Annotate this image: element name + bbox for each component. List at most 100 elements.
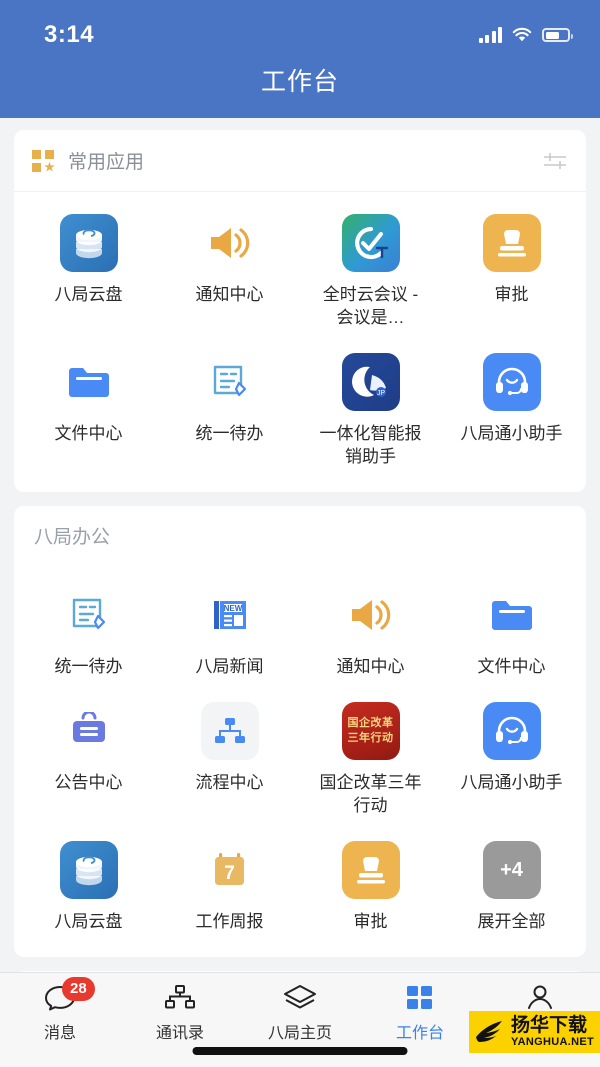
app-label: 工作周报 bbox=[195, 912, 264, 931]
app-tile[interactable]: 统一待办 bbox=[159, 339, 300, 478]
tab-contacts[interactable]: 通讯录 bbox=[120, 981, 240, 1043]
section-header: 常用应用 bbox=[14, 130, 586, 192]
app-tile[interactable]: 八局通小助手 bbox=[441, 688, 582, 827]
speaker-notification-icon bbox=[342, 586, 400, 644]
wifi-icon bbox=[512, 27, 532, 43]
reform-poster-icon: 国企改革 三年行动 bbox=[341, 702, 400, 760]
news-badge-text: NEW bbox=[223, 604, 242, 613]
app-label: 文件中心 bbox=[477, 657, 546, 676]
app-tile[interactable]: 审批 bbox=[300, 827, 441, 943]
workflow-chart-icon bbox=[200, 702, 259, 760]
poster-line-2: 三年行动 bbox=[347, 732, 394, 744]
section-header: 八局办公 bbox=[14, 506, 586, 564]
app-label: 一体化智能报销助手 bbox=[319, 424, 422, 466]
favorites-grid-icon bbox=[32, 149, 55, 172]
app-label: 八局通小助手 bbox=[460, 424, 563, 443]
announcement-board-icon bbox=[60, 702, 118, 760]
cloud-disk-icon bbox=[59, 841, 118, 899]
app-tile[interactable]: 统一待办 bbox=[18, 572, 159, 688]
app-label: 统一待办 bbox=[195, 424, 264, 443]
app-label: 文件中心 bbox=[54, 424, 123, 443]
app-tile[interactable]: 文件中心 bbox=[441, 572, 582, 688]
app-label: 通知中心 bbox=[336, 657, 405, 676]
status-bar: 3:14 bbox=[0, 0, 600, 52]
app-label: 全时云会议 - 会议是… bbox=[322, 285, 419, 327]
poster-line-1: 国企改革 bbox=[347, 717, 394, 729]
app-header: 3:14 工作台 bbox=[0, 0, 600, 118]
tab-label: 八局主页 bbox=[267, 1025, 332, 1042]
site-watermark: 扬华下载 YANGHUA.NET bbox=[469, 1011, 600, 1053]
calendar-day: 7 bbox=[224, 863, 235, 884]
svg-text:JP: JP bbox=[376, 390, 385, 397]
cloud-meeting-icon bbox=[341, 214, 400, 272]
app-tile[interactable]: 通知中心 bbox=[300, 572, 441, 688]
workbench-scroll-area[interactable]: 常用应用 八局云盘 通知中心 全时云会议 - 会议是… 审批 文件中心 统一待办… bbox=[0, 118, 600, 972]
section-title: 常用应用 bbox=[68, 152, 145, 173]
profile-person-icon bbox=[525, 981, 555, 1015]
messages-badge: 28 bbox=[62, 977, 95, 1001]
app-tile[interactable]: 八局云盘 bbox=[18, 200, 159, 339]
app-label: 八局通小助手 bbox=[460, 773, 563, 792]
expense-assistant-icon: JP bbox=[341, 353, 400, 411]
status-bar-clock: 3:14 bbox=[44, 21, 95, 48]
app-tile[interactable]: JP 一体化智能报销助手 bbox=[300, 339, 441, 478]
app-tile[interactable]: 7 工作周报 bbox=[159, 827, 300, 943]
tab-workbench[interactable]: 工作台 bbox=[360, 981, 480, 1043]
app-tile[interactable]: 全时云会议 - 会议是… bbox=[300, 200, 441, 339]
headset-assistant-icon bbox=[482, 353, 541, 411]
battery-icon bbox=[542, 28, 573, 42]
headset-assistant-icon bbox=[482, 702, 541, 760]
app-tile[interactable]: 八局云盘 bbox=[18, 827, 159, 943]
app-label: 统一待办 bbox=[54, 657, 123, 676]
tab-label: 通讯录 bbox=[155, 1025, 204, 1042]
folder-icon bbox=[483, 586, 541, 644]
home-indicator bbox=[192, 1047, 408, 1055]
watermark-cn: 扬华下载 bbox=[511, 1015, 588, 1036]
app-tile[interactable]: 文件中心 bbox=[18, 339, 159, 478]
speaker-notification-icon bbox=[201, 214, 259, 272]
tab-label: 工作台 bbox=[395, 1025, 444, 1042]
tab-messages[interactable]: 28 消息 bbox=[0, 977, 120, 1043]
app-tile[interactable]: NEW 八局新闻 bbox=[159, 572, 300, 688]
app-tile[interactable]: 通知中心 bbox=[159, 200, 300, 339]
app-label: 八局云盘 bbox=[54, 285, 123, 304]
tab-home[interactable]: 八局主页 bbox=[240, 981, 360, 1043]
app-screen: 3:14 工作台 常用应用 八局云盘 通知中心 全时云会议 - 会议是… 审批 … bbox=[0, 0, 600, 1067]
app-label: 通知中心 bbox=[195, 285, 264, 304]
app-label: 审批 bbox=[494, 285, 529, 304]
approval-stamp-icon bbox=[341, 841, 400, 899]
workbench-grid-icon bbox=[405, 981, 435, 1015]
calendar-icon: 7 bbox=[201, 841, 259, 899]
cloud-disk-icon bbox=[59, 214, 118, 272]
app-label: 八局新闻 bbox=[195, 657, 264, 676]
app-tile[interactable]: 八局通小助手 bbox=[441, 339, 582, 478]
phoenix-logo-icon bbox=[476, 1021, 503, 1042]
section-title: 八局办公 bbox=[34, 526, 111, 548]
layers-home-icon bbox=[283, 981, 317, 1015]
tab-label: 消息 bbox=[43, 1025, 76, 1042]
app-label: 八局云盘 bbox=[54, 912, 123, 931]
cellular-signal-icon bbox=[478, 27, 502, 43]
app-label: 展开全部 bbox=[477, 912, 546, 931]
sliders-filter-icon[interactable] bbox=[542, 151, 568, 171]
app-tile[interactable]: 国企改革 三年行动 国企改革三年行动 bbox=[300, 688, 441, 827]
chat-bubble-icon: 28 bbox=[44, 977, 95, 1015]
app-tile-expand-all[interactable]: +4 展开全部 bbox=[441, 827, 582, 943]
page-title: 工作台 bbox=[260, 68, 339, 96]
app-tile[interactable]: 审批 bbox=[441, 200, 582, 339]
news-icon: NEW bbox=[201, 586, 259, 644]
status-bar-indicators bbox=[478, 27, 573, 43]
section-office: 八局办公 统一待办 NEW 八局新闻 通知中心 文件中心 公告中心 流程中心 国… bbox=[14, 506, 586, 957]
app-grid: 八局云盘 通知中心 全时云会议 - 会议是… 审批 文件中心 统一待办 JP 一… bbox=[14, 192, 586, 492]
app-label: 公告中心 bbox=[54, 773, 123, 792]
bottom-tab-bar: 28 消息 通讯录 八局主页 工作台 扬华下载 YANGHUA.NET bbox=[0, 972, 600, 1067]
app-label: 流程中心 bbox=[195, 773, 264, 792]
more-apps-count: +4 bbox=[500, 858, 523, 881]
app-tile[interactable]: 流程中心 bbox=[159, 688, 300, 827]
app-grid: 统一待办 NEW 八局新闻 通知中心 文件中心 公告中心 流程中心 国企改革 三… bbox=[14, 564, 586, 957]
section-frequently-used: 常用应用 八局云盘 通知中心 全时云会议 - 会议是… 审批 文件中心 统一待办… bbox=[14, 130, 586, 492]
app-tile[interactable]: 公告中心 bbox=[18, 688, 159, 827]
folder-icon bbox=[60, 353, 118, 411]
watermark-en: YANGHUA.NET bbox=[511, 1036, 594, 1048]
approval-stamp-icon bbox=[482, 214, 541, 272]
